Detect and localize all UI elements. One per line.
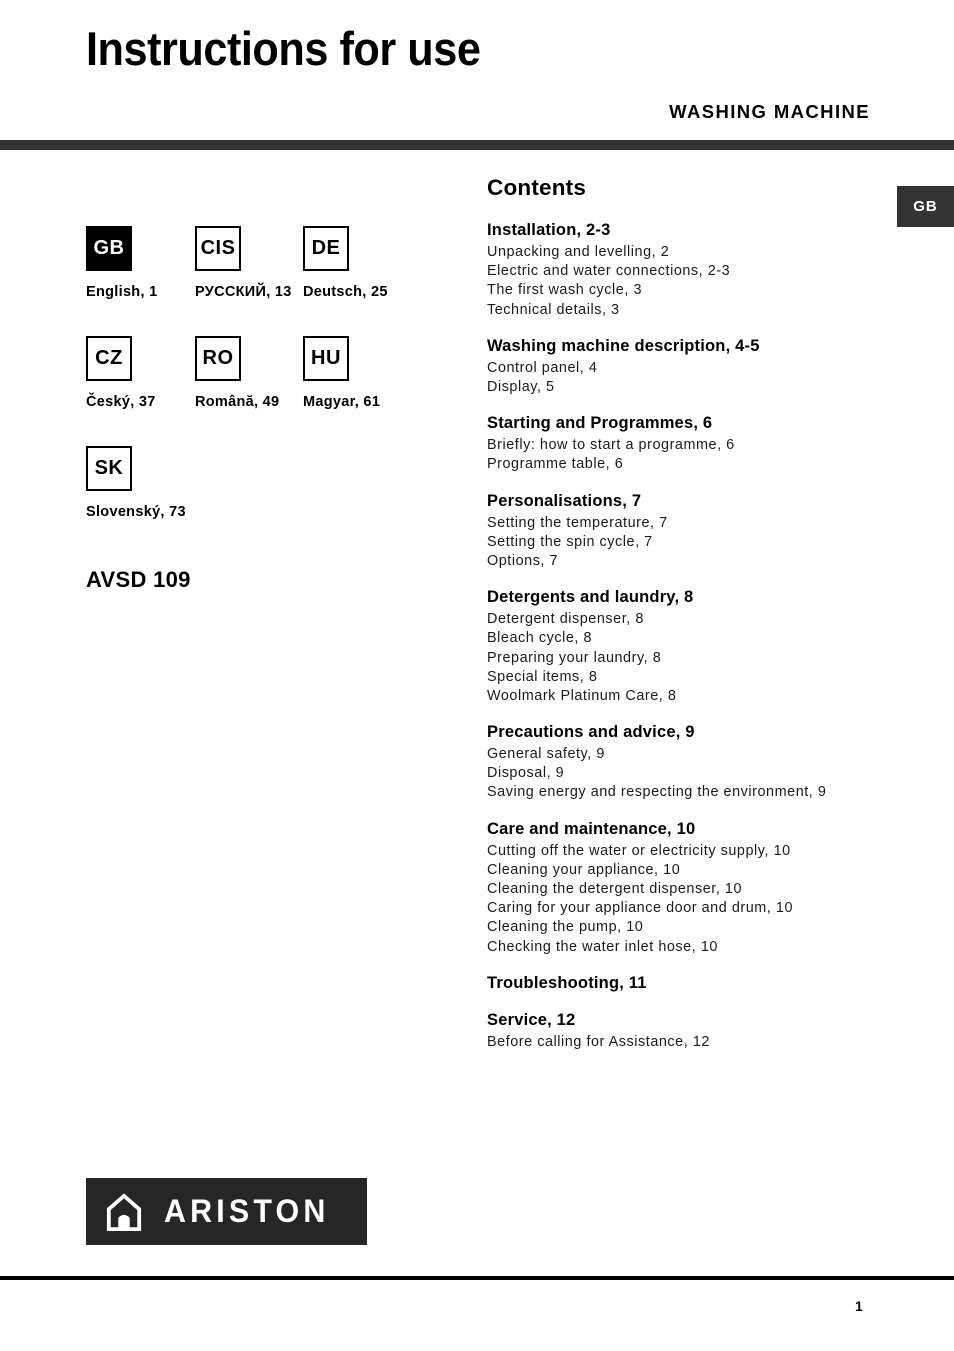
toc-item[interactable]: Preparing your laundry, 8 <box>487 649 887 668</box>
toc-item[interactable]: Woolmark Platinum Care, 8 <box>487 687 887 706</box>
toc-section-heading[interactable]: Troubleshooting, 11 <box>487 973 887 994</box>
toc-item[interactable]: Before calling for Assistance, 12 <box>487 1033 887 1052</box>
language-badge-cz[interactable]: CZ <box>86 336 132 381</box>
toc-item[interactable]: The first wash cycle, 3 <box>487 281 887 300</box>
contents-sections: Installation, 2-3 Unpacking and levelling… <box>487 220 887 1052</box>
toc-section: Care and maintenance, 10 Cutting off the … <box>487 819 887 957</box>
toc-item-list: Briefly: how to start a programme, 6 Prog… <box>487 436 887 474</box>
language-badge-ro[interactable]: RO <box>195 336 241 381</box>
side-language-tab-label: GB <box>913 198 938 215</box>
toc-section: Personalisations, 7 Setting the temperatu… <box>487 491 887 572</box>
toc-item[interactable]: Programme table, 6 <box>487 455 887 474</box>
toc-item[interactable]: Disposal, 9 <box>487 764 887 783</box>
toc-item-list: Cutting off the water or electricity sup… <box>487 842 887 957</box>
language-option-hu[interactable]: HU Magyar, 61 <box>303 336 380 410</box>
language-label-ro: Română, 49 <box>195 394 280 410</box>
toc-section-heading[interactable]: Washing machine description, 4-5 <box>487 336 887 357</box>
language-option-cz[interactable]: CZ Český, 37 <box>86 336 156 410</box>
toc-section: Troubleshooting, 11 <box>487 973 887 994</box>
language-badge-de[interactable]: DE <box>303 226 349 271</box>
language-selector-grid: GB English, 1 CIS РУССКИЙ, 13 DE Deutsch, 25 C… <box>86 226 446 556</box>
toc-item[interactable]: Special items, 8 <box>487 668 887 687</box>
toc-item[interactable]: Options, 7 <box>487 552 887 571</box>
language-option-cis[interactable]: CIS РУССКИЙ, 13 <box>195 226 292 300</box>
language-row: GB English, 1 CIS РУССКИЙ, 13 DE Deutsch, 25 <box>86 226 446 336</box>
toc-item[interactable]: Technical details, 3 <box>487 301 887 320</box>
language-row: SK Slovenský, 73 <box>86 446 446 556</box>
toc-item[interactable]: Electric and water connections, 2-3 <box>487 262 887 281</box>
language-badge-sk[interactable]: SK <box>86 446 132 491</box>
toc-section: Installation, 2-3 Unpacking and levelling… <box>487 220 887 320</box>
language-option-gb[interactable]: GB English, 1 <box>86 226 158 300</box>
language-option-sk[interactable]: SK Slovenský, 73 <box>86 446 186 520</box>
toc-item[interactable]: General safety, 9 <box>487 745 887 764</box>
toc-item[interactable]: Cleaning the pump, 10 <box>487 918 887 937</box>
toc-section: Service, 12 Before calling for Assistance… <box>487 1010 887 1052</box>
toc-item[interactable]: Caring for your appliance door and drum,… <box>487 899 887 918</box>
product-type-label: WASHING MACHINE <box>669 101 870 122</box>
contents-title: Contents <box>487 175 587 200</box>
toc-item[interactable]: Control panel, 4 <box>487 359 887 378</box>
house-icon <box>106 1192 142 1231</box>
toc-item[interactable]: Bleach cycle, 8 <box>487 629 887 648</box>
table-of-contents: Contents Installation, 2-3 Unpacking and … <box>487 175 887 1068</box>
side-language-tab-gb: GB <box>897 186 954 227</box>
toc-item[interactable]: Saving energy and respecting the environ… <box>487 783 887 802</box>
language-label-de: Deutsch, 25 <box>303 284 388 300</box>
language-option-ro[interactable]: RO Română, 49 <box>195 336 279 410</box>
language-label-cis: РУССКИЙ, 13 <box>195 284 292 300</box>
toc-item[interactable]: Checking the water inlet hose, 10 <box>487 938 887 957</box>
toc-item[interactable]: Setting the temperature, 7 <box>487 514 887 533</box>
toc-item[interactable]: Cleaning your appliance, 10 <box>487 861 887 880</box>
toc-section-heading[interactable]: Service, 12 <box>487 1010 887 1031</box>
toc-section: Starting and Programmes, 6 Briefly: how t… <box>487 413 887 474</box>
model-number: AVSD 109 <box>86 567 191 592</box>
toc-item[interactable]: Setting the spin cycle, 7 <box>487 533 887 552</box>
toc-item[interactable]: Detergent dispenser, 8 <box>487 610 887 629</box>
toc-section-heading[interactable]: Starting and Programmes, 6 <box>487 413 887 434</box>
toc-section: Washing machine description, 4-5 Control … <box>487 336 887 397</box>
toc-section: Precautions and advice, 9 General safety,… <box>487 722 887 803</box>
language-badge-cis[interactable]: CIS <box>195 226 241 271</box>
toc-item-list: Detergent dispenser, 8 Bleach cycle, 8 Pre… <box>487 610 887 706</box>
language-badge-gb[interactable]: GB <box>86 226 132 271</box>
toc-section-heading[interactable]: Installation, 2-3 <box>487 220 887 241</box>
page-title: Instructions for use <box>86 22 481 75</box>
language-label-sk: Slovenský, 73 <box>86 504 186 520</box>
footer-divider <box>0 1276 954 1280</box>
toc-item-list: Before calling for Assistance, 12 <box>487 1033 887 1052</box>
brand-wordmark: ARISTON <box>164 1193 330 1229</box>
toc-section-heading[interactable]: Detergents and laundry, 8 <box>487 587 887 608</box>
toc-item[interactable]: Cleaning the detergent dispenser, 10 <box>487 880 887 899</box>
toc-item-list: General safety, 9 Disposal, 9 Saving energ… <box>487 745 887 802</box>
header-divider <box>0 140 954 150</box>
toc-item-list: Unpacking and levelling, 2 Electric and w… <box>487 243 887 320</box>
toc-item[interactable]: Unpacking and levelling, 2 <box>487 243 887 262</box>
toc-item[interactable]: Display, 5 <box>487 378 887 397</box>
page-number: 1 <box>855 1298 863 1314</box>
toc-item[interactable]: Cutting off the water or electricity sup… <box>487 842 887 861</box>
toc-section-heading[interactable]: Precautions and advice, 9 <box>487 722 887 743</box>
toc-item-list: Setting the temperature, 7 Setting the sp… <box>487 514 887 571</box>
language-label-gb: English, 1 <box>86 284 158 300</box>
toc-item[interactable]: Briefly: how to start a programme, 6 <box>487 436 887 455</box>
toc-item-list: Control panel, 4 Display, 5 <box>487 359 887 397</box>
brand-logo: ARISTON <box>86 1178 367 1245</box>
language-badge-hu[interactable]: HU <box>303 336 349 381</box>
language-label-cz: Český, 37 <box>86 394 156 410</box>
language-option-de[interactable]: DE Deutsch, 25 <box>303 226 388 300</box>
toc-section-heading[interactable]: Care and maintenance, 10 <box>487 819 887 840</box>
language-row: CZ Český, 37 RO Română, 49 HU Magyar, 61 <box>86 336 446 446</box>
language-label-hu: Magyar, 61 <box>303 394 381 410</box>
toc-section-heading[interactable]: Personalisations, 7 <box>487 491 887 512</box>
toc-section: Detergents and laundry, 8 Detergent dispe… <box>487 587 887 706</box>
